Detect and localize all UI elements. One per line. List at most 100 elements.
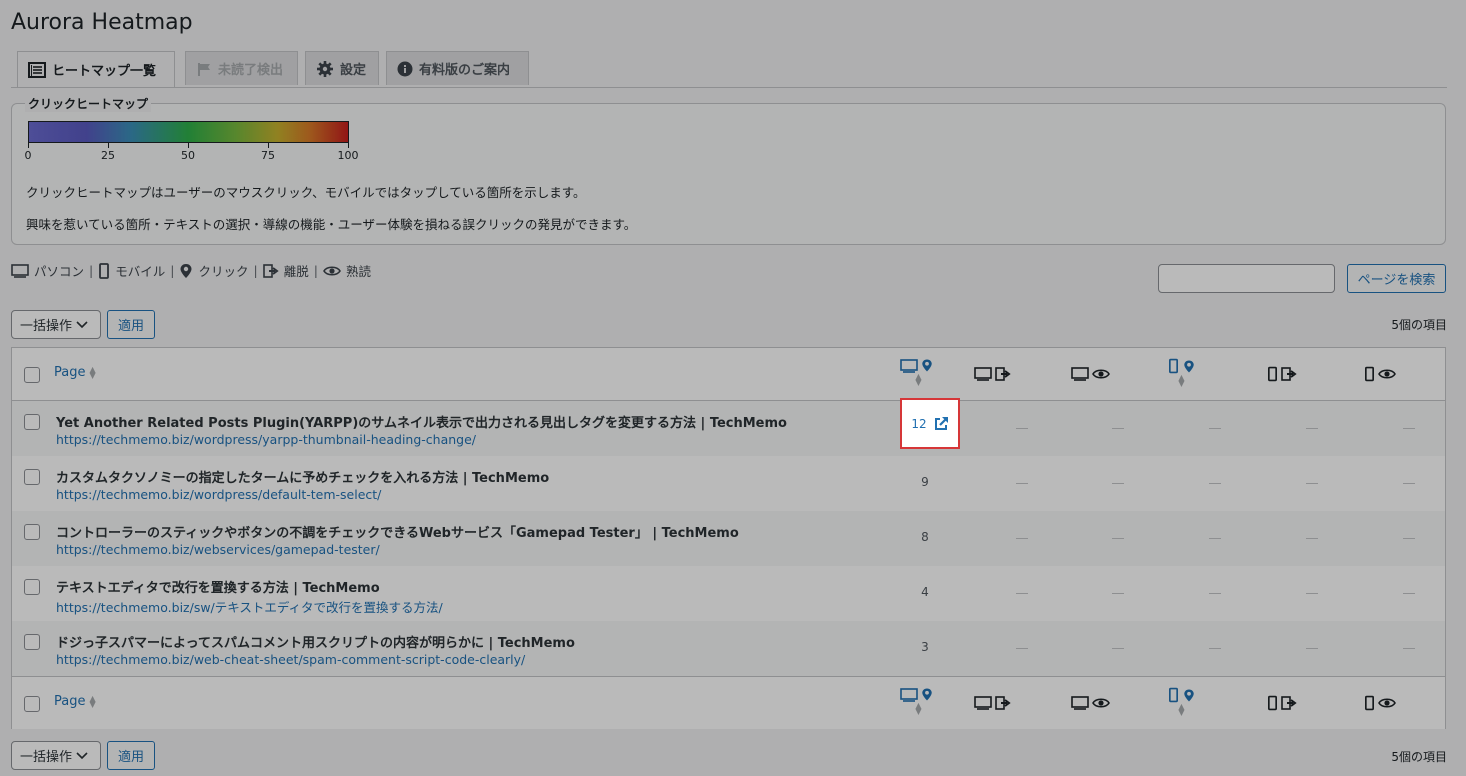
column-mobile-read[interactable]	[1364, 366, 1396, 382]
column-pc-exit[interactable]	[974, 367, 1011, 381]
empty-cell	[1403, 648, 1415, 649]
tab-label: 設定	[340, 63, 367, 78]
desktop-icon	[1071, 696, 1089, 710]
column-mobile-read[interactable]	[1364, 695, 1396, 711]
desktop-icon	[11, 263, 29, 278]
pc-click-count[interactable]: 4	[905, 585, 945, 599]
empty-cell	[1306, 428, 1318, 429]
empty-cell	[1403, 538, 1415, 539]
search-button[interactable]: ページを検索	[1347, 264, 1446, 293]
sort-icon: ▲ ▼	[1178, 702, 1185, 717]
apply-button[interactable]: 適用	[107, 310, 155, 339]
exit-icon	[262, 263, 279, 278]
row-url-link[interactable]: https://techmemo.biz/webservices/gamepad…	[56, 542, 380, 557]
empty-cell	[1306, 483, 1318, 484]
legend-read-label: 熟読	[345, 264, 371, 279]
legend-mobile-label: モバイル	[115, 264, 166, 279]
row-title: コントローラーのスティックやボタンの不調をチェックできるWebサービス「Game…	[56, 526, 739, 541]
desktop-icon	[974, 696, 992, 710]
eye-icon	[1378, 369, 1396, 379]
empty-cell	[1016, 483, 1028, 484]
bulk-action-value: 一括操作	[20, 750, 73, 765]
row-checkbox[interactable]	[24, 469, 40, 485]
scale-label: 50	[181, 149, 195, 162]
empty-cell	[1209, 648, 1221, 649]
location-pin-icon	[1184, 689, 1194, 701]
empty-cell	[1112, 483, 1124, 484]
empty-cell	[1016, 648, 1028, 649]
heatmap-table: Page ▲ ▼ ▲ ▼ ▲ ▼ Yet Another Related Pos…	[11, 347, 1446, 729]
highlighted-pc-click-link[interactable]: 12	[900, 398, 960, 449]
bulk-action-select[interactable]: 一括操作	[11, 310, 101, 339]
legend-separator: |	[170, 263, 175, 278]
column-page-sort[interactable]: Page ▲ ▼	[54, 365, 96, 380]
tab-heatmap-list[interactable]: ヒートマップ一覧	[17, 51, 175, 87]
column-mobile-click[interactable]: ▲ ▼	[1168, 358, 1195, 388]
bulk-action-select-bottom[interactable]: 一括操作	[11, 741, 101, 770]
gear-icon	[317, 60, 333, 77]
column-pc-read[interactable]	[1071, 367, 1110, 381]
row-url-link[interactable]: https://techmemo.biz/web-cheat-sheet/spa…	[56, 652, 525, 667]
legend-title: クリックヒートマップ	[25, 95, 152, 112]
column-mobile-exit[interactable]	[1267, 366, 1297, 382]
location-pin-icon	[922, 688, 932, 701]
pc-click-count[interactable]: 3	[905, 640, 945, 654]
search-input[interactable]	[1158, 264, 1335, 293]
row-checkbox[interactable]	[24, 579, 40, 595]
legend-separator: |	[89, 263, 94, 278]
item-count-bottom: 5個の項目	[1391, 750, 1447, 764]
column-page-sort[interactable]: Page ▲ ▼	[54, 694, 96, 709]
row-url-link[interactable]: https://techmemo.biz/wordpress/default-t…	[56, 487, 381, 502]
empty-cell	[1403, 428, 1415, 429]
eye-icon	[323, 265, 341, 276]
empty-cell	[1016, 593, 1028, 594]
column-mobile-click[interactable]: ▲ ▼	[1168, 687, 1195, 717]
empty-cell	[1306, 593, 1318, 594]
location-pin-icon	[1184, 360, 1194, 372]
row-url-link[interactable]: https://techmemo.biz/wordpress/yarpp-thu…	[56, 432, 476, 447]
row-checkbox[interactable]	[24, 414, 40, 430]
tab-unread-detect[interactable]: 未読了検出	[185, 51, 298, 85]
row-title: Yet Another Related Posts Plugin(YARPP)の…	[56, 416, 787, 431]
column-mobile-exit[interactable]	[1267, 695, 1297, 711]
scale-tick	[108, 143, 109, 148]
row-checkbox[interactable]	[24, 524, 40, 540]
empty-cell	[1209, 538, 1221, 539]
eye-icon	[1092, 698, 1110, 708]
select-all-checkbox[interactable]	[24, 696, 40, 712]
row-title: ドジっ子スパマーによってスパムコメント用スクリプトの内容が明らかに | Tech…	[56, 636, 575, 651]
sort-icon: ▲ ▼	[89, 693, 96, 709]
desktop-icon	[900, 687, 918, 702]
pc-click-count[interactable]: 8	[905, 530, 945, 544]
select-all-checkbox[interactable]	[24, 367, 40, 383]
column-pc-exit[interactable]	[974, 696, 1011, 710]
empty-cell	[1016, 538, 1028, 539]
row-title: テキストエディタで改行を置換する方法 | TechMemo	[56, 581, 380, 596]
empty-cell	[1112, 593, 1124, 594]
tab-settings[interactable]: 設定	[305, 51, 379, 85]
tab-paid-version[interactable]: 有料版のご案内	[386, 51, 529, 85]
pc-click-count[interactable]: 9	[905, 475, 945, 489]
empty-cell	[1209, 483, 1221, 484]
sort-icon: ▲ ▼	[1178, 373, 1185, 388]
row-checkbox[interactable]	[24, 634, 40, 650]
external-link-icon	[934, 416, 948, 430]
desktop-icon	[974, 367, 992, 381]
heatmap-color-scale	[28, 121, 349, 143]
empty-cell	[1306, 648, 1318, 649]
legend-click-label: クリック	[198, 264, 249, 279]
eye-icon	[1092, 369, 1110, 379]
column-pc-read[interactable]	[1071, 696, 1110, 710]
location-pin-icon	[922, 359, 932, 372]
apply-button-bottom[interactable]: 適用	[107, 741, 155, 770]
row-url-link[interactable]: https://techmemo.biz/sw/テキストエディタで改行を置換する…	[56, 597, 443, 616]
table-header: Page ▲ ▼ ▲ ▼ ▲ ▼	[12, 348, 1445, 401]
item-count: 5個の項目	[1391, 318, 1447, 332]
column-pc-click[interactable]: ▲ ▼	[900, 687, 933, 716]
scale-tick	[268, 143, 269, 148]
column-pc-click[interactable]: ▲ ▼	[900, 358, 933, 387]
table-row: Yet Another Related Posts Plugin(YARPP)の…	[12, 401, 1445, 456]
sort-icon: ▲ ▼	[915, 701, 922, 716]
tab-label: ヒートマップ一覧	[52, 64, 157, 79]
scale-tick	[348, 143, 349, 148]
